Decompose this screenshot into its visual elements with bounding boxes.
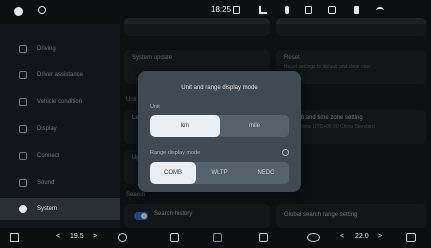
sidebar-item-display[interactable]: Display [0,118,120,140]
sidebar-item-label: Connect [37,153,60,159]
left-temp-decrease[interactable]: < [56,233,60,240]
dialog-title: Unit and range display mode [181,85,258,91]
range-mode-selector: COMB WLTP NEDC [150,162,289,184]
left-temp-increase[interactable]: > [93,233,97,240]
steering-icon [19,71,27,79]
fan-icon[interactable] [259,233,268,242]
sidebar-item-label: System [37,206,58,212]
unit-selector: km mile [150,115,289,137]
range-mode-label: Range display mode [150,150,201,156]
climate-bar: < 19.5 > < 22.0 > [0,228,431,248]
sidebar-item-connect[interactable]: Connect [0,145,120,167]
wifi-icon[interactable] [376,7,384,14]
sidebar-item-label: Sound [37,180,55,186]
sidebar-item-driver-assistance[interactable]: Driver assistance [0,64,120,86]
seat-heat-icon[interactable] [118,233,127,242]
unit-option-mile[interactable]: mile [220,115,289,137]
right-temp-decrease[interactable]: < [340,233,344,240]
connect-icon [19,152,27,160]
pin-icon [233,6,240,14]
system-icon [19,205,27,213]
sidebar-item-system[interactable]: System [0,198,120,220]
unit-option-km[interactable]: km [150,115,220,137]
sidebar-item-label: Display [37,126,57,132]
screen-icon[interactable] [328,6,336,14]
sidebar-item-vehicle-condition[interactable]: Vehicle condition [0,91,120,113]
volume-icon[interactable] [354,6,359,14]
vehicle-icon [19,98,27,106]
status-time: 18:25 [211,5,232,14]
sidebar-item-label: Driver assistance [37,72,84,78]
signal-icon [259,6,267,14]
bluetooth-icon[interactable] [305,6,312,14]
location-icon[interactable] [38,6,46,14]
mic-icon[interactable] [285,6,289,14]
range-option-wltp[interactable]: WLTP [196,162,243,184]
unit-range-dialog: Unit and range display mode Unit km mile… [138,71,301,192]
unit-label: Unit [150,104,160,110]
right-temp-value: 22.0 [355,233,369,240]
right-temp-increase[interactable]: > [378,233,382,240]
profile-icon[interactable] [14,7,23,16]
sidebar-item-label: Vehicle condition [37,99,83,105]
home-icon[interactable] [10,233,19,242]
sidebar-item-driving[interactable]: Driving [0,38,120,60]
sidebar-item-sound[interactable]: Sound [0,172,120,194]
range-option-nedc[interactable]: NEDC [243,162,289,184]
info-icon[interactable] [282,149,289,156]
volume-icon[interactable] [406,233,416,242]
sidebar-item-label: Driving [37,46,56,52]
car-icon [19,45,27,53]
left-temp-value: 19.5 [70,233,84,240]
display-icon [19,125,27,133]
settings-sidebar: Driving Driver assistance Vehicle condit… [0,24,120,228]
range-option-comb[interactable]: COMB [150,162,196,184]
sound-icon [19,179,27,187]
seat-icon[interactable] [170,233,179,242]
ac-icon[interactable] [307,233,320,242]
defrost-icon[interactable] [213,233,222,242]
